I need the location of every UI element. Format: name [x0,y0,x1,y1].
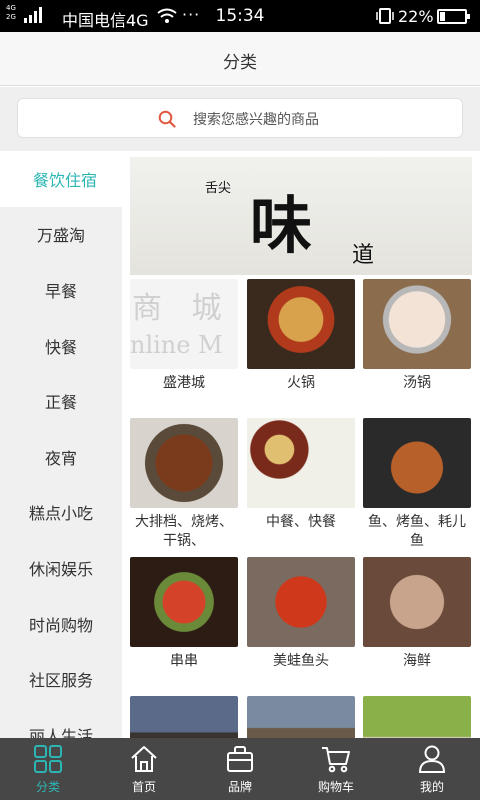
mall-store-image: 商 城 nline M [130,279,238,369]
banner-big-text: 味 [250,189,312,262]
hotpot-image [247,279,355,369]
category-label: 盛港城 [163,375,205,391]
category-label: 火锅 [287,375,315,391]
food-stall-image [130,418,238,508]
page-title: 分类 [223,53,257,73]
tab-label: 购物车 [317,780,354,794]
search-area: 搜索您感兴趣的商品 [0,87,480,151]
sidebar-item-breakfast[interactable]: 早餐 [0,262,122,318]
sidebar-item-label: 夜宵 [44,448,77,468]
header-bar: 分类 [0,32,480,86]
category-card-hotel[interactable] [130,696,238,738]
sidebar-item-label: 休闲娱乐 [28,559,93,579]
brand-bag-icon [227,746,253,772]
category-label: 汤锅 [403,375,431,391]
sidebar-item-label: 快餐 [44,337,77,357]
mall-image-text: 商 城 [132,291,232,326]
category-sidebar: 餐饮住宿 万盛淘 早餐 快餐 正餐 夜宵 糕点小吃 休闲娱乐 时尚购物 社区服务… [0,151,122,738]
category-card-food-stall[interactable]: 大排档、烧烤、干锅、 [130,418,238,551]
garden-image [363,696,471,738]
sim-vibrate-icon [376,8,394,24]
mall-image-text-latin: nline M [130,331,223,359]
building-image [247,696,355,738]
fish-head-image [247,557,355,647]
sidebar-item-main-meal[interactable]: 正餐 [0,373,122,429]
sidebar-item-fashion-shopping[interactable]: 时尚购物 [0,596,122,652]
sidebar-item-leisure[interactable]: 休闲娱乐 [0,540,122,596]
search-placeholder: 搜索您感兴趣的商品 [193,112,319,128]
category-card-seafood[interactable]: 海鲜 [363,557,471,671]
banner-tail-text: 道 [352,243,375,268]
category-content: 舌尖 味 道 商 城 nline M 盛港城 火锅 汤锅 大排档、烧烤、干锅、 … [130,151,480,738]
category-card-fish-head[interactable]: 美蛙鱼头 [247,557,355,671]
sidebar-item-fast-food[interactable]: 快餐 [0,318,122,374]
skewers-image [130,557,238,647]
battery-percent: 22% [398,7,434,26]
bottom-tab-bar: 分类 首页 品牌 购物车 我的 [0,738,480,800]
sidebar-item-dining-lodging[interactable]: 餐饮住宿 [0,151,122,207]
hotel-building-image [130,696,238,738]
category-card-shenggangcheng[interactable]: 商 城 nline M 盛港城 [130,279,238,393]
category-card-skewers[interactable]: 串串 [130,557,238,671]
tab-label: 品牌 [227,780,252,794]
grilled-fish-image [363,418,471,508]
category-label: 中餐、快餐 [266,514,336,530]
sidebar-item-label: 丽人生活 [28,726,93,738]
banner-small-text: 舌尖 [205,181,232,196]
tab-label: 我的 [419,780,444,794]
category-label: 串串 [170,653,198,669]
battery-icon [437,9,470,24]
category-card-chinese-meal[interactable]: 中餐、快餐 [247,418,355,532]
status-bar: 4G 2G 中国电信4G ··· 15:34 22% [0,0,480,32]
tab-cart[interactable]: 购物车 [288,738,384,800]
sidebar-item-label: 早餐 [44,281,77,301]
sidebar-item-label: 糕点小吃 [28,504,93,524]
cart-icon [322,747,350,773]
tab-mine[interactable]: 我的 [384,738,480,800]
battery-fill [440,12,445,21]
category-grid-icon [34,745,62,773]
promo-banner[interactable]: 舌尖 味 道 [130,157,472,275]
category-label: 美蛙鱼头 [273,653,329,669]
category-card-grilled-fish[interactable]: 鱼、烤鱼、耗儿鱼 [363,418,471,551]
home-icon [131,746,157,772]
search-input[interactable]: 搜索您感兴趣的商品 [17,98,463,138]
sidebar-item-label: 万盛淘 [36,226,85,246]
category-card-soup-pot[interactable]: 汤锅 [363,279,471,393]
tab-label: 分类 [35,780,60,794]
category-label: 大排档、烧烤、干锅、 [135,514,233,549]
tab-category[interactable]: 分类 [0,738,96,800]
tab-label: 首页 [131,780,156,794]
sidebar-item-pastry-snacks[interactable]: 糕点小吃 [0,485,122,541]
chinese-meal-image [247,418,355,508]
sidebar-item-community-service[interactable]: 社区服务 [0,651,122,707]
sidebar-item-late-snack[interactable]: 夜宵 [0,429,122,485]
sidebar-item-beauty-life[interactable]: 丽人生活 [0,707,122,738]
tab-brand[interactable]: 品牌 [192,738,288,800]
category-card-building[interactable] [247,696,355,738]
sidebar-item-wansheng-tao[interactable]: 万盛淘 [0,207,122,263]
soup-pot-image [363,279,471,369]
sidebar-item-label: 正餐 [44,393,77,413]
sidebar-item-label: 社区服务 [28,671,93,691]
category-label: 鱼、烤鱼、耗儿鱼 [368,514,466,549]
user-icon [418,745,446,773]
sidebar-item-label: 餐饮住宿 [32,170,97,190]
sidebar-item-label: 时尚购物 [28,615,93,635]
search-icon [158,110,176,128]
category-card-hotpot[interactable]: 火锅 [247,279,355,393]
category-card-garden[interactable] [363,696,471,738]
category-label: 海鲜 [403,653,431,669]
seafood-image [363,557,471,647]
tab-home[interactable]: 首页 [96,738,192,800]
